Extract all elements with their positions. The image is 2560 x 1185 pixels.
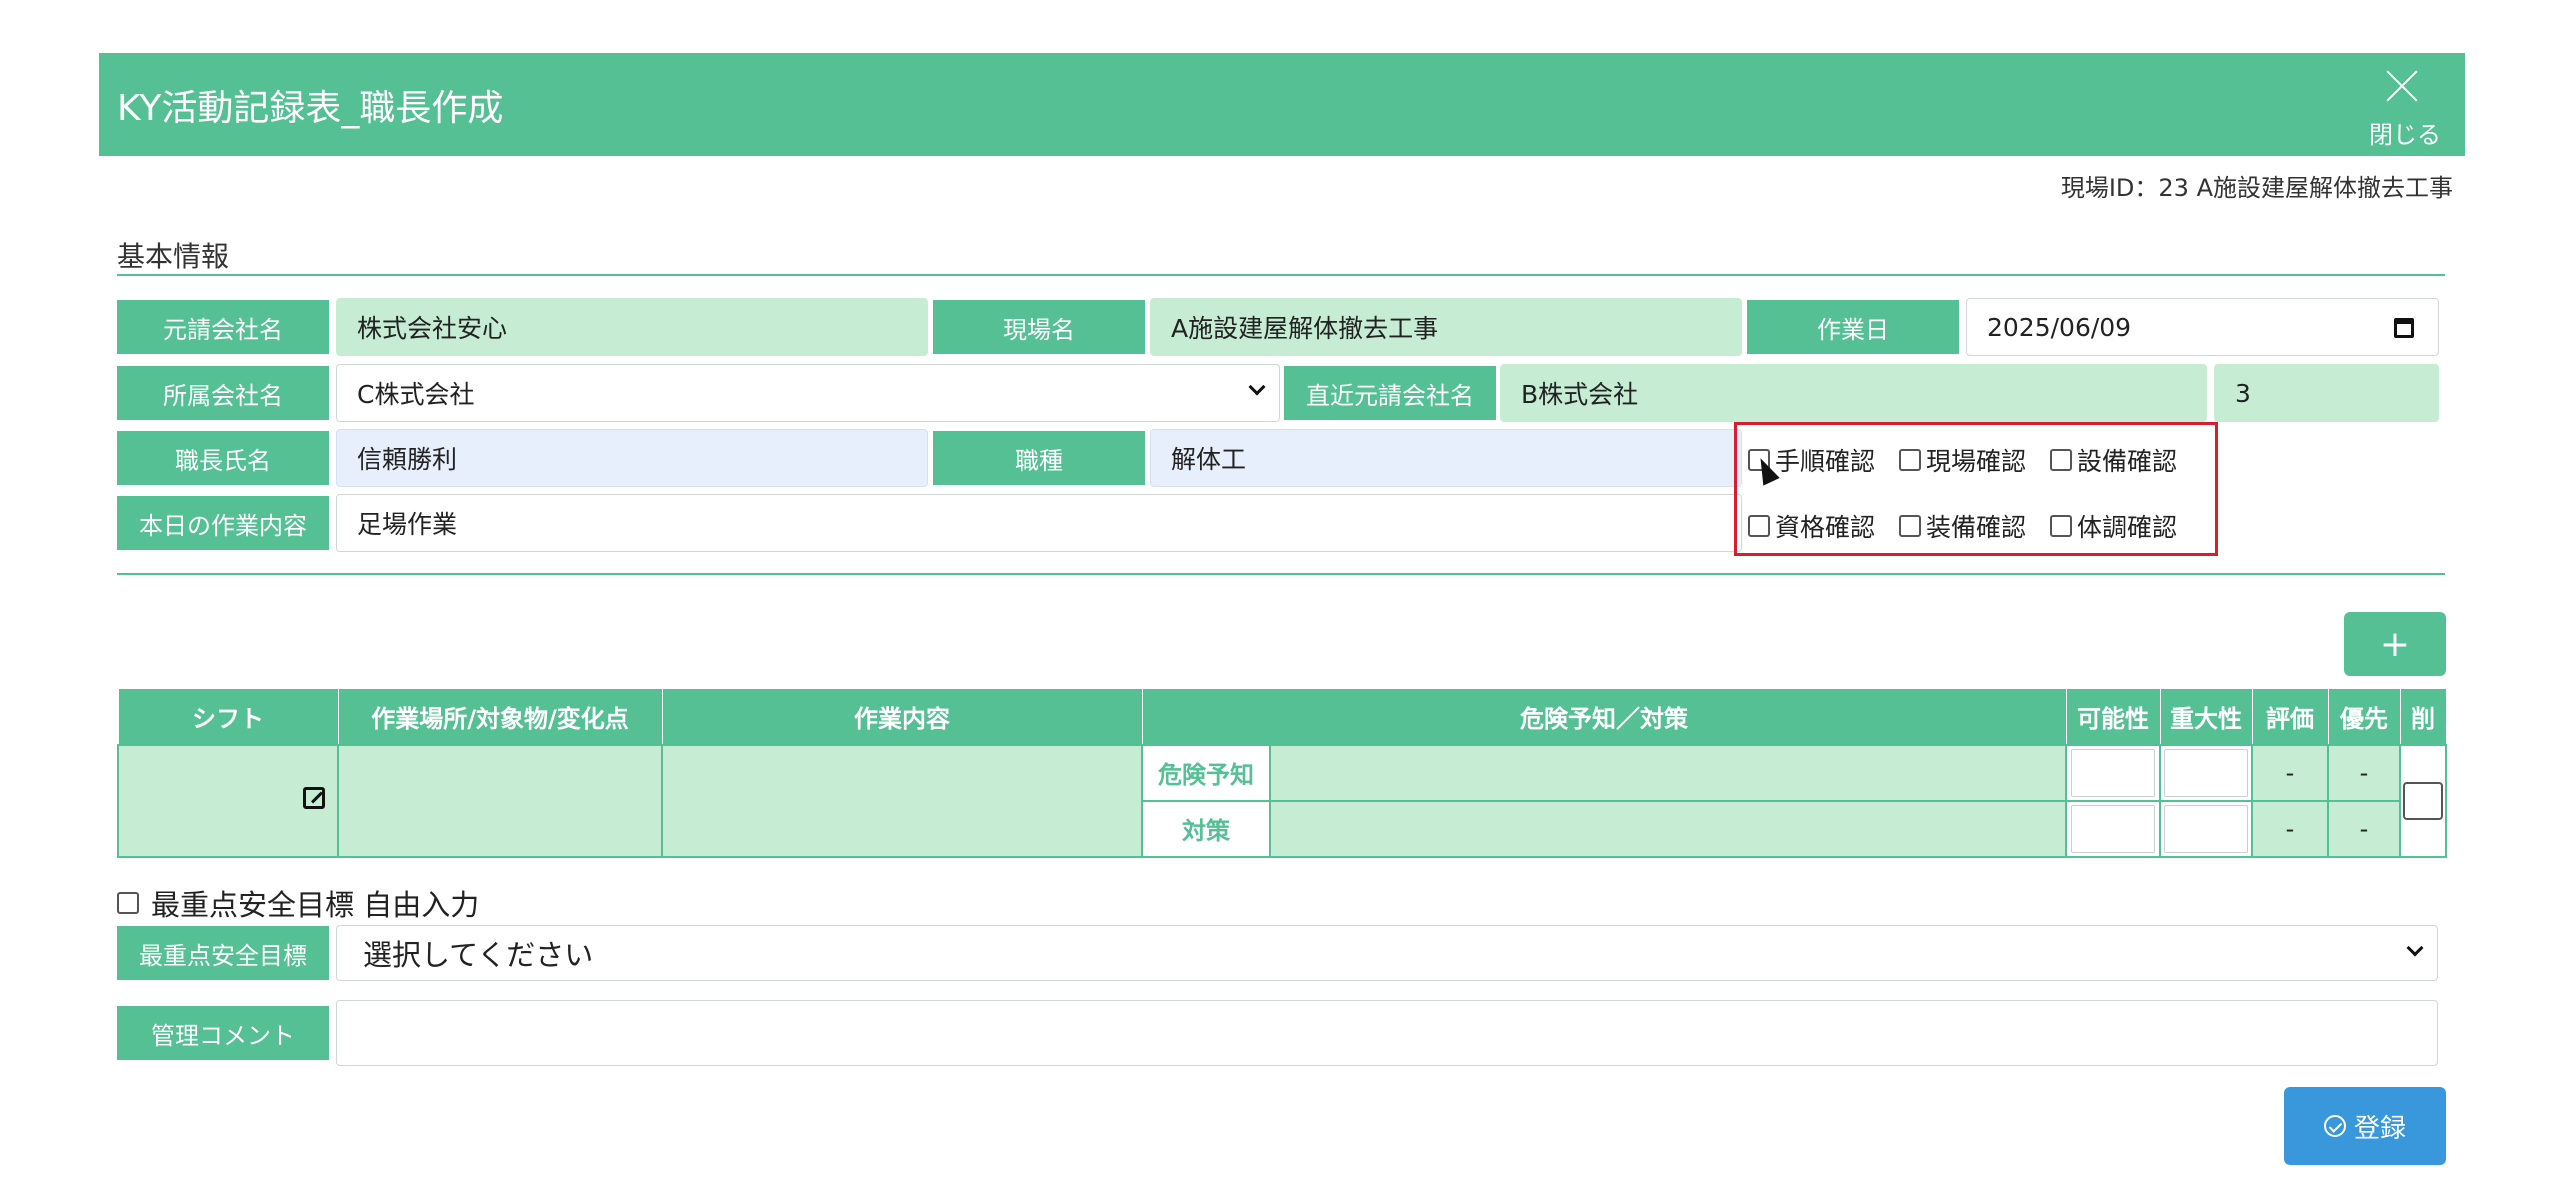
site-name-field: A施設建屋解体撤去工事 <box>1150 298 1742 356</box>
col-evaluation: 評価 <box>2251 688 2329 745</box>
possibility-cell <box>2065 799 2161 858</box>
direct-prime-number: 3 <box>2214 364 2439 422</box>
priority-value: - <box>2327 743 2401 802</box>
foreman-field[interactable]: 信頼勝利 <box>336 429 928 487</box>
section-divider <box>117 274 2445 276</box>
check-site[interactable]: 現場確認 <box>1899 442 2026 478</box>
location-cell[interactable] <box>337 743 663 858</box>
work-date-label: 作業日 <box>1747 300 1959 354</box>
check-circle-icon <box>2323 1115 2346 1137</box>
severity-input[interactable] <box>2164 804 2248 853</box>
comment-input[interactable] <box>336 1000 2438 1066</box>
checkbox[interactable] <box>117 892 139 914</box>
risk-label: 危険予知 <box>1141 743 1271 802</box>
checkbox[interactable] <box>2050 515 2072 537</box>
check-equipment[interactable]: 設備確認 <box>2050 442 2177 478</box>
chevron-down-icon <box>1248 378 1266 396</box>
checkbox[interactable] <box>2050 449 2072 471</box>
severity-cell <box>2159 799 2253 858</box>
check-qualification[interactable]: 資格確認 <box>1748 508 1875 544</box>
col-risk-measure: 危険予知／対策 <box>1141 688 2067 745</box>
page-title: KY活動記録表_職長作成 <box>117 88 504 129</box>
direct-prime-field: B株式会社 <box>1500 364 2207 422</box>
checkbox[interactable] <box>1748 515 1770 537</box>
check-gear[interactable]: 装備確認 <box>1899 508 2026 544</box>
foreman-label: 職長氏名 <box>117 431 329 485</box>
free-input-toggle[interactable]: 最重点安全目標 自由入力 <box>117 882 479 924</box>
direct-prime-label: 直近元請会社名 <box>1284 366 1496 420</box>
register-label: 登録 <box>2353 1113 2406 1144</box>
evaluation-value: - <box>2251 799 2329 858</box>
site-id-text: 現場ID：23 A施設建屋解体撤去工事 <box>2060 174 2453 202</box>
safety-goal-select[interactable]: 選択してください <box>336 925 2438 981</box>
close-button[interactable]: 閉じる <box>2361 65 2441 149</box>
edit-icon[interactable] <box>303 786 325 809</box>
prime-contractor-field: 株式会社安心 <box>336 298 928 356</box>
work-date-value: 2025/06/09 <box>1987 312 2132 342</box>
evaluation-value: - <box>2251 743 2329 802</box>
section-divider-bottom <box>117 573 2445 575</box>
severity-cell <box>2159 743 2253 802</box>
work-date-input[interactable]: 2025/06/09 <box>1966 298 2439 356</box>
affiliated-company-label: 所属会社名 <box>117 366 329 420</box>
measure-label: 対策 <box>1141 799 1271 858</box>
col-priority: 優先 <box>2327 688 2401 745</box>
col-work: 作業内容 <box>661 688 1143 745</box>
table-row: 危険予知 - - <box>117 743 2447 858</box>
today-work-label: 本日の作業内容 <box>117 496 329 550</box>
add-row-button[interactable]: + <box>2344 612 2446 676</box>
trade-label: 職種 <box>933 431 1145 485</box>
affiliated-company-value: C株式会社 <box>357 380 475 409</box>
measure-input[interactable] <box>1269 799 2067 858</box>
col-location: 作業場所/対象物/変化点 <box>337 688 663 745</box>
delete-checkbox[interactable] <box>2403 781 2443 820</box>
possibility-input[interactable] <box>2071 748 2155 797</box>
col-severity: 重大性 <box>2159 688 2253 745</box>
close-label: 閉じる <box>2369 121 2441 149</box>
comment-label: 管理コメント <box>117 1006 329 1060</box>
possibility-input[interactable] <box>2071 804 2155 853</box>
section-title: 基本情報 <box>117 240 230 273</box>
work-cell[interactable] <box>661 743 1143 858</box>
prime-contractor-label: 元請会社名 <box>117 300 329 354</box>
checkbox[interactable] <box>1899 449 1921 471</box>
register-button[interactable]: 登録 <box>2284 1087 2446 1165</box>
affiliated-company-select[interactable]: C株式会社 <box>336 364 1280 422</box>
check-health[interactable]: 体調確認 <box>2050 508 2177 544</box>
col-shift: シフト <box>117 688 339 745</box>
possibility-cell <box>2065 743 2161 802</box>
today-work-input[interactable]: 足場作業 <box>336 494 1742 552</box>
severity-input[interactable] <box>2164 748 2248 797</box>
col-delete: 削 <box>2399 688 2447 745</box>
site-name-label: 現場名 <box>933 300 1145 354</box>
delete-cell <box>2399 743 2447 858</box>
free-input-label: 最重点安全目標 自由入力 <box>151 888 480 922</box>
ky-table: シフト 作業場所/対象物/変化点 作業内容 危険予知／対策 可能性 重大性 評価… <box>117 688 2447 858</box>
chevron-down-icon <box>2406 939 2424 957</box>
trade-field[interactable]: 解体工 <box>1150 429 1742 487</box>
close-icon <box>2385 69 2419 103</box>
safety-goal-label: 最重点安全目標 <box>117 926 329 980</box>
app-header: KY活動記録表_職長作成 閉じる <box>99 53 2465 156</box>
priority-value: - <box>2327 799 2401 858</box>
col-possibility: 可能性 <box>2065 688 2161 745</box>
risk-input[interactable] <box>1269 743 2067 802</box>
calendar-icon[interactable] <box>2394 318 2414 338</box>
shift-cell[interactable] <box>117 743 339 858</box>
checkbox[interactable] <box>1899 515 1921 537</box>
safety-goal-placeholder: 選択してください <box>363 938 594 972</box>
